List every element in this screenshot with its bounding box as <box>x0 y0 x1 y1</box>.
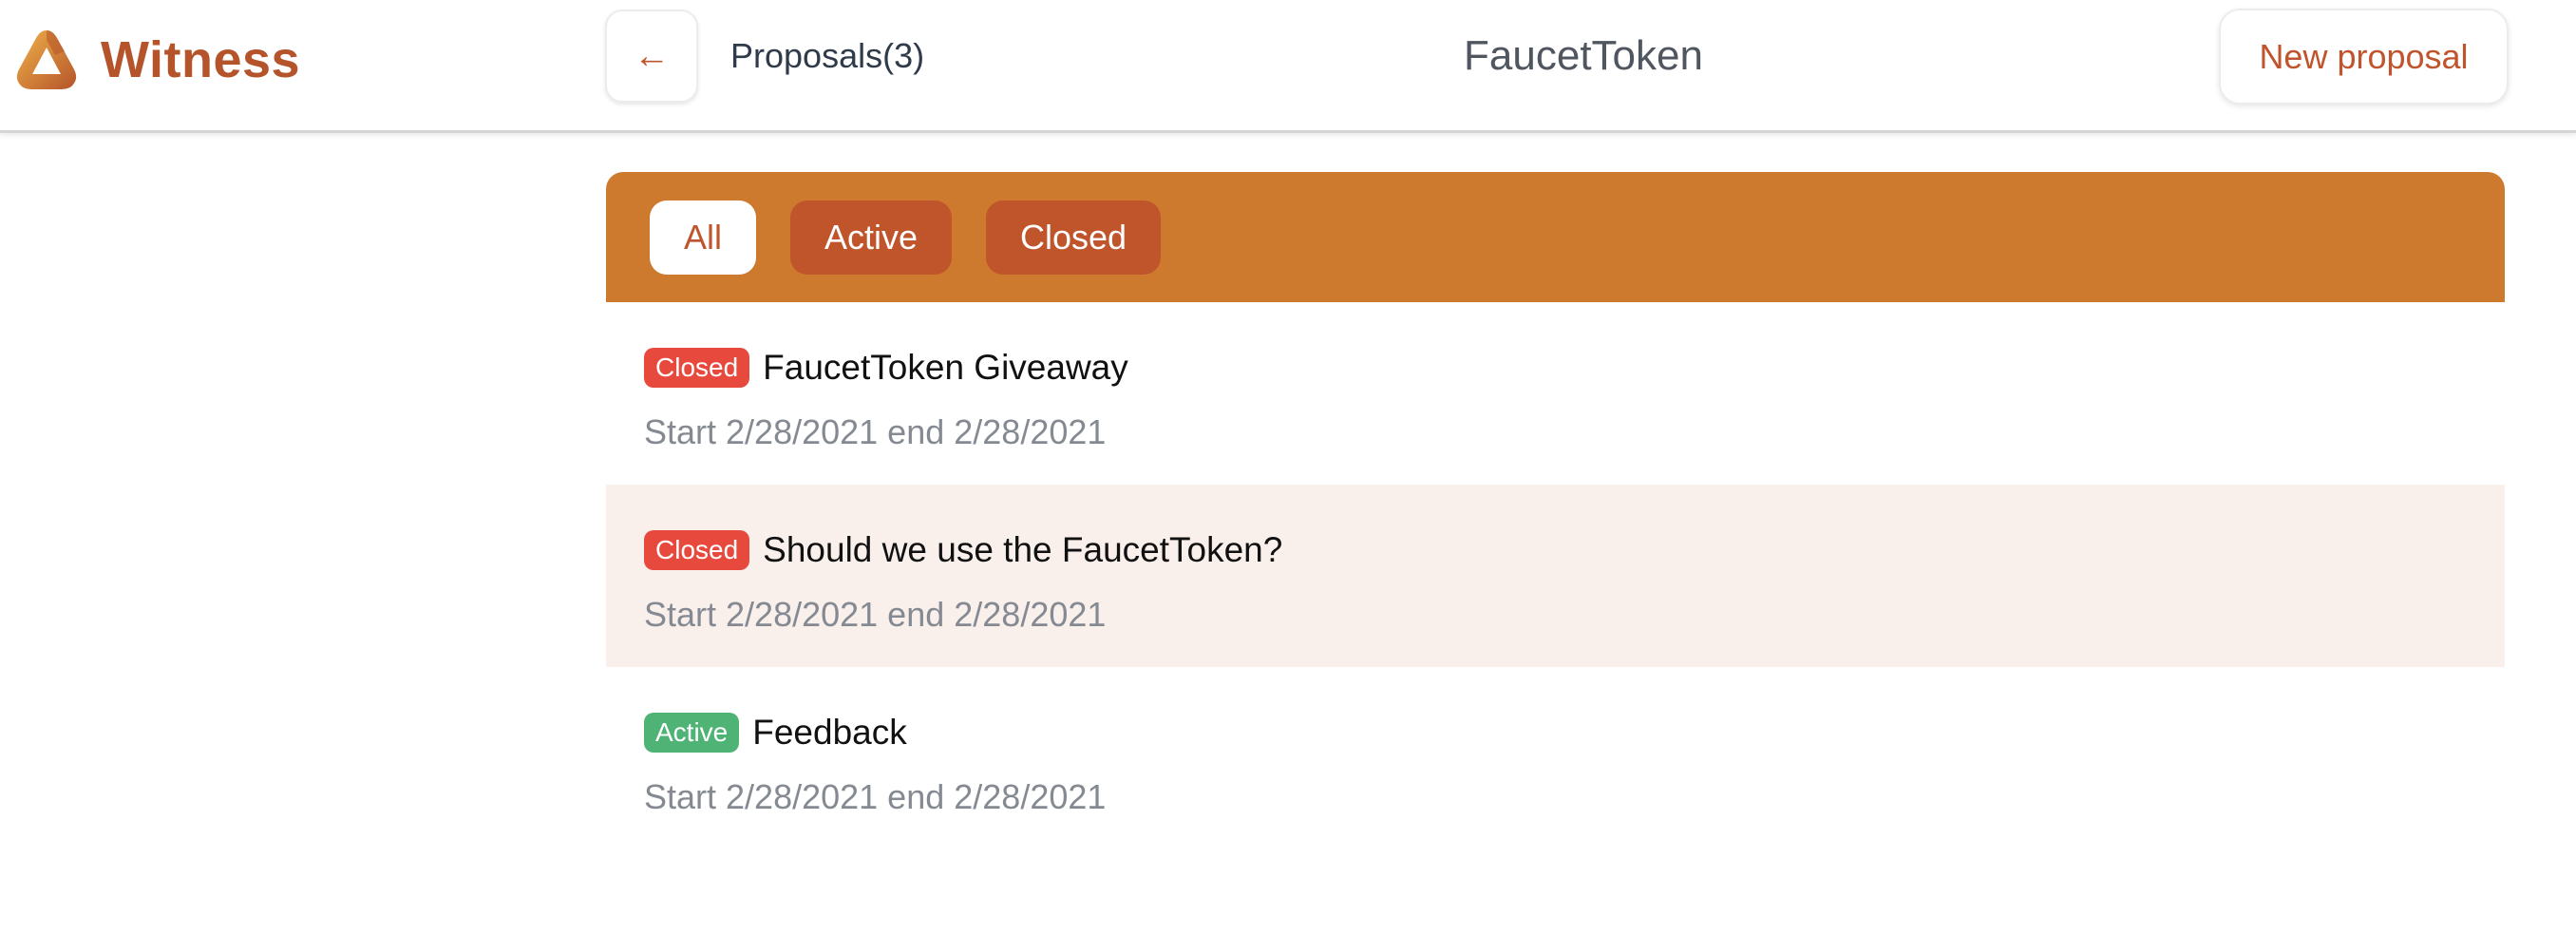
proposal-item[interactable]: Closed FaucetToken Giveaway Start 2/28/2… <box>606 302 2505 485</box>
filter-tab-all[interactable]: All <box>650 200 756 275</box>
status-badge: Active <box>644 713 740 753</box>
filter-tab-active[interactable]: Active <box>790 200 952 275</box>
proposal-title-line: Closed FaucetToken Giveaway <box>644 346 2505 390</box>
arrow-left-icon: ← <box>634 35 670 76</box>
proposal-dates: Start 2/28/2021 end 2/28/2021 <box>644 777 1107 816</box>
app-name: Witness <box>101 31 301 88</box>
filter-tab-closed[interactable]: Closed <box>986 200 1161 275</box>
proposal-dates: Start 2/28/2021 end 2/28/2021 <box>644 595 1107 634</box>
status-badge: Closed <box>644 348 750 388</box>
back-button[interactable]: ← <box>605 10 698 103</box>
witness-logo-icon <box>16 30 77 89</box>
proposal-item[interactable]: Closed Should we use the FaucetToken? St… <box>606 485 2505 667</box>
top-header: Witness ← Proposals(3) FaucetToken New p… <box>0 0 2576 133</box>
filter-bar: All Active Closed <box>606 172 2505 302</box>
new-proposal-button[interactable]: New proposal <box>2219 9 2509 105</box>
proposal-title: FaucetToken Giveaway <box>763 348 1128 387</box>
proposal-title-line: Closed Should we use the FaucetToken? <box>644 528 2505 572</box>
proposals-count-label: Proposals(3) <box>730 36 925 75</box>
page-title: FaucetToken <box>1464 32 1703 79</box>
app-logo[interactable]: Witness <box>13 27 300 93</box>
proposal-title: Feedback <box>752 713 907 752</box>
proposal-title-line: Active Feedback <box>644 711 2505 754</box>
proposal-dates: Start 2/28/2021 end 2/28/2021 <box>644 412 1107 451</box>
proposal-item[interactable]: Active Feedback Start 2/28/2021 end 2/28… <box>606 667 2505 849</box>
status-badge: Closed <box>644 530 750 570</box>
proposals-panel: All Active Closed Closed FaucetToken Giv… <box>606 172 2505 849</box>
proposal-title: Should we use the FaucetToken? <box>763 530 1283 569</box>
